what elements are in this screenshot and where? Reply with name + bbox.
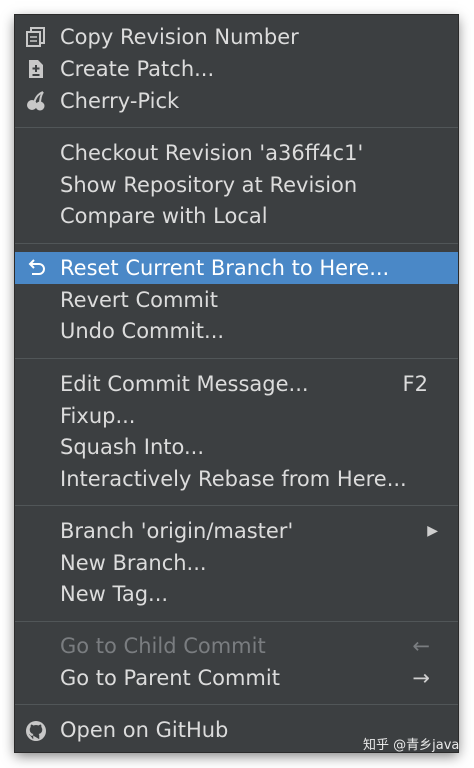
menu-item-label: Revert Commit (60, 288, 218, 312)
menu-separator (15, 621, 458, 622)
menu-item-label: Fixup... (60, 404, 136, 428)
menu-item-label: Undo Commit... (60, 319, 225, 343)
menu-item-branch-origin-master[interactable]: Branch 'origin/master' ▶ (15, 515, 458, 547)
menu-item-label: Cherry-Pick (60, 89, 180, 113)
menu-item-copy-revision-number[interactable]: Copy Revision Number (15, 21, 458, 53)
patch-icon (25, 59, 47, 79)
menu-item-go-to-child-commit[interactable]: Go to Child Commit ← (15, 630, 458, 662)
menu-separator (15, 505, 458, 506)
menu-item-go-to-parent-commit[interactable]: Go to Parent Commit → (15, 662, 458, 694)
arrow-right-icon: → (412, 666, 430, 690)
menu-item-compare-with-local[interactable]: Compare with Local (15, 200, 458, 232)
menu-item-cherry-pick[interactable]: Cherry-Pick (15, 85, 458, 117)
menu-item-label: Open on GitHub (60, 718, 229, 742)
menu-item-new-tag[interactable]: New Tag... (15, 578, 458, 610)
menu-item-show-repository[interactable]: Show Repository at Revision (15, 169, 458, 201)
menu-item-label: New Tag... (60, 582, 169, 606)
menu-item-fixup[interactable]: Fixup... (15, 400, 458, 432)
menu-item-create-patch[interactable]: Create Patch... (15, 53, 458, 85)
menu-item-label: New Branch... (60, 551, 207, 575)
cherry-icon (25, 91, 47, 111)
menu-item-revert-commit[interactable]: Revert Commit (15, 284, 458, 316)
arrow-left-icon: ← (412, 634, 430, 658)
watermark-text: 知乎 @青乡java (363, 738, 460, 753)
menu-item-label: Create Patch... (60, 57, 215, 81)
menu-item-new-branch[interactable]: New Branch... (15, 547, 458, 579)
submenu-arrow-icon: ▶ (427, 523, 438, 539)
menu-item-label: Checkout Revision 'a36ff4c1' (60, 141, 364, 165)
menu-item-label: Show Repository at Revision (60, 173, 358, 197)
menu-item-interactive-rebase[interactable]: Interactively Rebase from Here... (15, 463, 458, 495)
menu-item-label: Copy Revision Number (60, 25, 299, 49)
menu-item-label: Go to Parent Commit (60, 666, 280, 690)
menu-item-undo-commit[interactable]: Undo Commit... (15, 315, 458, 347)
github-icon (25, 720, 47, 741)
context-menu: Copy Revision Number Create Patch... Che… (15, 15, 458, 752)
menu-item-label: Reset Current Branch to Here... (60, 256, 390, 280)
menu-item-label: Squash Into... (60, 435, 205, 459)
menu-separator (15, 127, 458, 128)
menu-item-label: Branch 'origin/master' (60, 519, 294, 543)
menu-item-label: Edit Commit Message... (60, 372, 309, 396)
menu-separator (15, 243, 458, 244)
menu-item-checkout-revision[interactable]: Checkout Revision 'a36ff4c1' (15, 137, 458, 169)
menu-item-squash-into[interactable]: Squash Into... (15, 431, 458, 463)
menu-separator (15, 358, 458, 359)
menu-item-edit-commit-message[interactable]: Edit Commit Message... F2 (15, 368, 458, 400)
menu-separator (15, 704, 458, 705)
menu-item-label: Interactively Rebase from Here... (60, 467, 407, 491)
menu-item-label: Compare with Local (60, 204, 268, 228)
menu-item-reset-current-branch[interactable]: Reset Current Branch to Here... (15, 252, 458, 284)
menu-item-label: Go to Child Commit (60, 634, 266, 658)
shortcut-label: F2 (402, 372, 428, 396)
undo-arrow-icon (25, 258, 47, 278)
copy-icon (25, 27, 47, 47)
